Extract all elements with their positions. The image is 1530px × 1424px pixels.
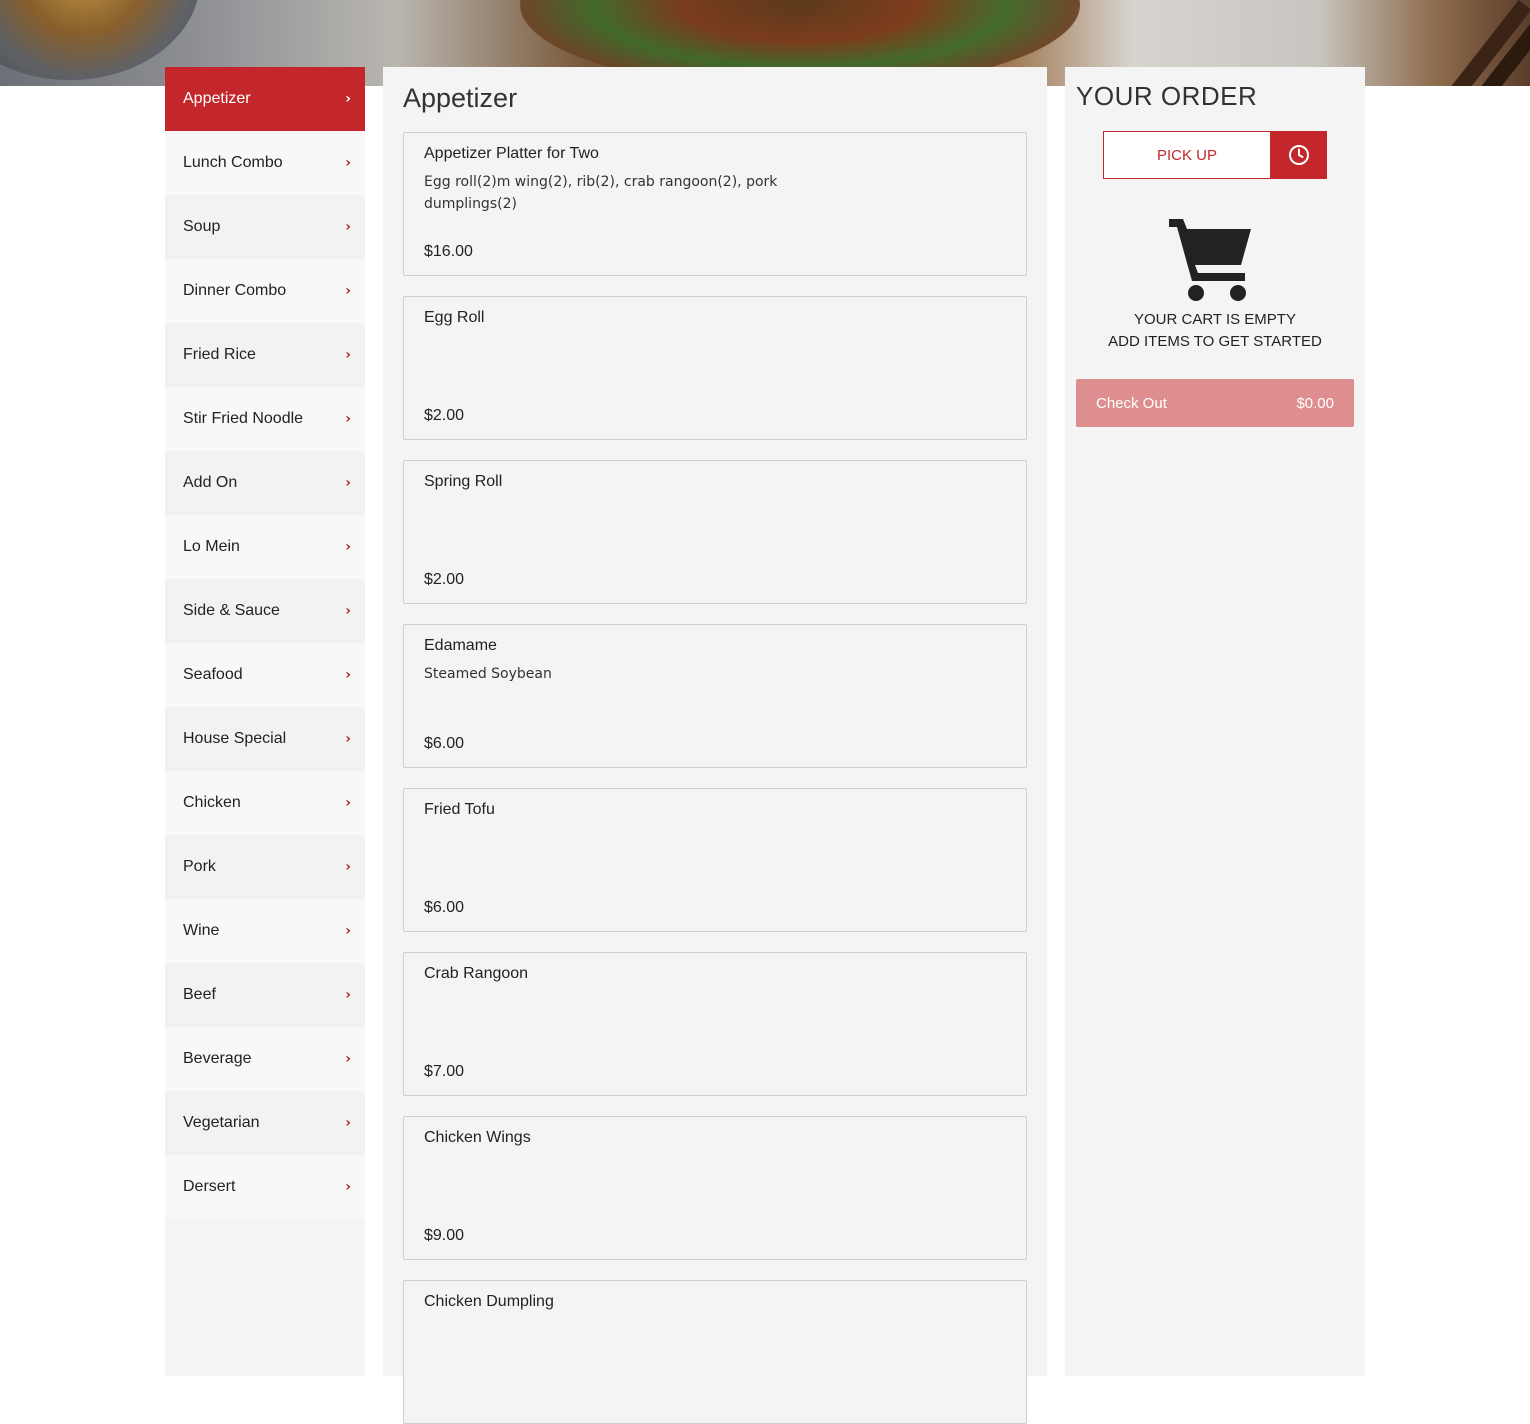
item-price: $2.00 [424,407,465,424]
item-price: $7.00 [424,1063,465,1080]
menu-item-card[interactable]: Spring Roll $2.00 [403,460,1027,604]
order-panel: YOUR ORDER PICK UP YOUR CART IS EMPTY AD… [1065,67,1365,1376]
item-name: Egg Roll [424,309,485,326]
category-label: House Special [183,730,287,747]
category-item[interactable]: Beef › [165,963,365,1027]
category-label: Stir Fried Noodle [183,410,304,427]
empty-cart-message: YOUR CART IS EMPTY ADD ITEMS TO GET STAR… [1065,309,1365,353]
category-label: Beef [183,986,216,1003]
item-name: Crab Rangoon [424,965,529,982]
menu-item-card[interactable]: Edamame Steamed Soybean $6.00 [403,624,1027,768]
chevron-right-icon: › [345,731,351,747]
category-item[interactable]: Soup › [165,195,365,259]
category-list: Appetizer › Lunch Combo › Soup › Dinner Combo ›… [165,67,365,1219]
item-description: Steamed Soybean [424,666,552,682]
checkout-total: $0.00 [1296,394,1334,412]
chevron-right-icon: › [345,795,351,811]
category-label: Fried Rice [183,346,256,363]
category-item[interactable]: House Special › [165,707,365,771]
chevron-right-icon: › [345,859,351,875]
category-label: Dinner Combo [183,282,287,299]
menu-item-card[interactable]: Chicken Wings $9.00 [403,1116,1027,1260]
item-name: Chicken Dumpling [424,1293,554,1310]
category-item[interactable]: Dersert › [165,1155,365,1219]
chevron-right-icon: › [345,667,351,683]
schedule-time-button[interactable] [1271,131,1327,179]
category-item[interactable]: Appetizer › [165,67,365,131]
empty-cart-line-1: YOUR CART IS EMPTY [1134,311,1296,328]
item-name: Chicken Wings [424,1129,531,1146]
chevron-right-icon: › [345,411,351,427]
item-price: $2.00 [424,571,465,588]
category-label: Side & Sauce [183,602,280,619]
category-label: Pork [183,858,216,875]
menu-item-card[interactable]: Fried Tofu $6.00 [403,788,1027,932]
chevron-right-icon: › [345,1179,351,1195]
category-item[interactable]: Seafood › [165,643,365,707]
item-name: Spring Roll [424,473,503,490]
category-label: Lo Mein [183,538,240,555]
category-item[interactable]: Pork › [165,835,365,899]
category-label: Dersert [183,1178,236,1195]
category-label: Vegetarian [183,1114,260,1131]
category-item[interactable]: Lunch Combo › [165,131,365,195]
cart-icon [1165,213,1255,308]
checkout-button[interactable]: Check Out $0.00 [1076,379,1354,427]
chevron-right-icon: › [345,475,351,491]
category-label: Lunch Combo [183,154,283,171]
item-description: Egg roll(2)m wing(2), rib(2), crab rango… [424,174,778,212]
category-label: Chicken [183,794,241,811]
chevron-right-icon: › [345,1115,351,1131]
checkout-label: Check Out [1096,394,1167,412]
category-item[interactable]: Lo Mein › [165,515,365,579]
category-sidebar: Appetizer › Lunch Combo › Soup › Dinner Combo ›… [165,67,365,1376]
item-name: Fried Tofu [424,801,495,818]
order-title: YOUR ORDER [1076,81,1258,111]
chevron-right-icon: › [345,1051,351,1067]
category-item[interactable]: Fried Rice › [165,323,365,387]
pickup-selector: PICK UP [1103,131,1327,179]
chevron-right-icon: › [345,91,351,107]
category-label: Add On [183,474,238,491]
item-name: Appetizer Platter for Two [424,145,599,162]
category-label: Seafood [183,666,243,683]
item-name: Edamame [424,637,497,654]
category-item[interactable]: Stir Fried Noodle › [165,387,365,451]
chevron-right-icon: › [345,923,351,939]
chevron-right-icon: › [345,219,351,235]
menu-item-card[interactable]: Egg Roll $2.00 [403,296,1027,440]
section-title: Appetizer [403,83,518,113]
category-item[interactable]: Chicken › [165,771,365,835]
chevron-right-icon: › [345,987,351,1003]
menu-item-card[interactable]: Crab Rangoon $7.00 [403,952,1027,1096]
menu-item-card[interactable]: Appetizer Platter for Two Egg roll(2)m wi… [403,132,1027,276]
menu-item-card[interactable]: Chicken Dumpling [403,1280,1027,1424]
category-label: Beverage [183,1050,252,1067]
category-label: Soup [183,218,221,235]
item-price: $9.00 [424,1227,465,1244]
category-item[interactable]: Vegetarian › [165,1091,365,1155]
chevron-right-icon: › [345,155,351,171]
category-label: Wine [183,922,220,939]
menu-panel: Appetizer Appetizer Platter for Two Egg r… [383,67,1047,1424]
category-item[interactable]: Dinner Combo › [165,259,365,323]
category-item[interactable]: Add On › [165,451,365,515]
chevron-right-icon: › [345,539,351,555]
item-price: $16.00 [424,243,473,260]
empty-cart-line-2: ADD ITEMS TO GET STARTED [1108,333,1322,350]
pickup-button[interactable]: PICK UP [1103,131,1271,179]
item-price: $6.00 [424,899,465,916]
chevron-right-icon: › [345,603,351,619]
chevron-right-icon: › [345,347,351,363]
menu-item-list: Appetizer Platter for Two Egg roll(2)m wi… [403,132,1027,1424]
category-label: Appetizer [183,90,251,107]
category-item[interactable]: Side & Sauce › [165,579,365,643]
chevron-right-icon: › [345,283,351,299]
category-item[interactable]: Wine › [165,899,365,963]
clock-icon [1289,145,1309,165]
category-item[interactable]: Beverage › [165,1027,365,1091]
item-price: $6.00 [424,735,465,752]
